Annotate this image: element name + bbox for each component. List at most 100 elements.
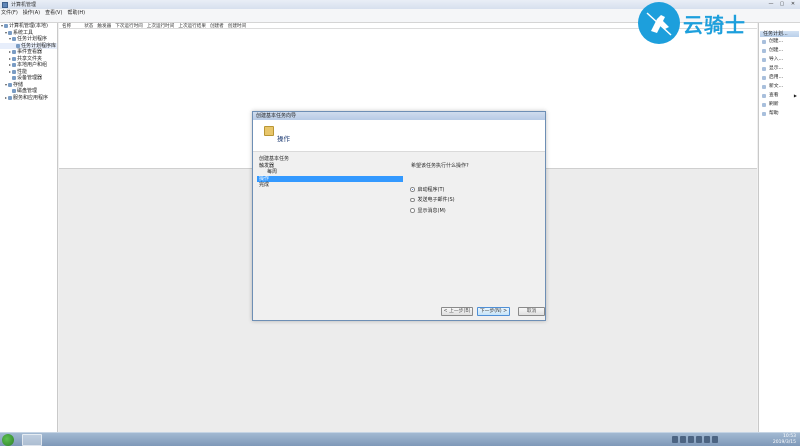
next-button[interactable]: 下一步(N) > <box>477 307 510 316</box>
folder-icon <box>12 63 16 68</box>
action-icon <box>762 111 766 116</box>
folder-icon <box>8 82 12 87</box>
wizard-step-title: 操作 <box>277 135 290 143</box>
option-label: 发送电子邮件(S) <box>417 197 455 204</box>
action-icon <box>762 48 766 53</box>
computer-management-icon <box>2 1 8 8</box>
column-header-next-run[interactable]: 下次运行时间 <box>115 23 143 29</box>
radio-button[interactable] <box>410 208 415 213</box>
radio-button[interactable] <box>410 187 415 192</box>
action-icon <box>762 57 766 62</box>
wizard-step: 操作 <box>257 175 403 183</box>
wizard-title: 创建基本任务向导 <box>253 112 545 120</box>
tray-icon[interactable] <box>696 436 702 443</box>
wizard-step: 触发器 <box>259 162 275 169</box>
action-icon <box>762 75 766 80</box>
network-icon[interactable] <box>704 436 710 443</box>
action-label: 帮助 <box>769 111 779 116</box>
clock[interactable]: 10:53 2019/3/15 <box>773 434 796 445</box>
tray-icon[interactable] <box>672 436 678 443</box>
option-label: 启动程序(T) <box>417 186 445 193</box>
action-label: 刷新 <box>769 102 779 107</box>
action-item[interactable]: 新文... <box>759 82 800 91</box>
menu-help[interactable]: 帮助(H) <box>67 9 85 16</box>
folder-icon <box>12 69 16 74</box>
action-label: 导入... <box>769 57 784 62</box>
folder-icon <box>16 43 20 48</box>
action-icon <box>762 84 766 89</box>
folder-icon <box>12 37 16 42</box>
logo-text: 云骑士 <box>683 12 746 37</box>
wizard-step: 每周 <box>267 169 278 176</box>
action-icon <box>762 102 766 107</box>
folder-icon <box>8 95 12 100</box>
action-item[interactable]: 帮助 <box>759 109 800 118</box>
folder-icon <box>4 24 8 29</box>
start-button[interactable] <box>2 434 14 446</box>
action-label: 新文... <box>769 84 784 89</box>
action-label: 创建... <box>769 39 784 44</box>
action-option[interactable]: 显示消息(M) <box>410 205 455 216</box>
tree-item-label: 服务和应用程序 <box>13 94 49 101</box>
previous-button[interactable]: < 上一步(B) <box>441 307 473 316</box>
system-tray <box>672 436 718 443</box>
action-options: 启动程序(T) 发送电子邮件(S) 显示消息(M) <box>410 184 455 216</box>
window-controls: — ▢ ✕ <box>766 1 798 7</box>
wizard-steps: 创建基本任务 触发器 每周 操作 完成 <box>257 156 403 189</box>
task-icon <box>264 126 274 136</box>
wizard-step: 完成 <box>259 182 270 189</box>
action-label: 启用... <box>769 75 784 80</box>
clock-date: 2019/3/15 <box>772 439 796 445</box>
column-header-last-run[interactable]: 上次运行时间 <box>147 23 175 29</box>
volume-icon[interactable] <box>712 436 718 443</box>
wizard-buttons: < 上一步(B) 下一步(N) > 取消 <box>441 307 545 316</box>
action-icon <box>762 93 766 98</box>
wizard-step: 创建基本任务 <box>259 156 290 162</box>
submenu-arrow-icon: ▶ <box>793 93 797 98</box>
column-header-created[interactable]: 创建时间 <box>228 23 246 29</box>
folder-icon <box>12 50 16 55</box>
action-icon <box>762 66 766 71</box>
taskbar-app-computer-management[interactable] <box>22 434 42 446</box>
tray-icon[interactable] <box>688 436 694 443</box>
minimize-button[interactable]: — <box>766 1 776 7</box>
knight-logo-icon <box>638 2 680 44</box>
window-title: 计算机管理 <box>11 2 37 8</box>
folder-icon <box>8 30 12 35</box>
action-item[interactable]: 创建... <box>759 37 800 46</box>
column-header-last-result[interactable]: 上次运行结果 <box>178 23 206 29</box>
action-item[interactable]: 查看 ▶ <box>759 91 800 100</box>
folder-icon <box>12 56 16 61</box>
column-header-status[interactable]: 状态 <box>84 23 93 29</box>
menu-file[interactable]: 文件(F) <box>1 9 18 16</box>
navigation-tree: ▾ 计算机管理(本地) ▾ 系统工具 ▾ 任务计划程序 任务计划程序库 ▸ 事件查看器 ▸ 共享文件… <box>0 23 58 432</box>
folder-icon <box>12 76 16 81</box>
cancel-button[interactable]: 取消 <box>518 307 545 316</box>
action-icon <box>762 39 766 44</box>
menu-action[interactable]: 操作(A) <box>23 9 40 16</box>
action-question: 希望该任务执行什么操作? <box>411 163 469 169</box>
action-item[interactable]: 启用... <box>759 73 800 82</box>
action-option[interactable]: 发送电子邮件(S) <box>410 195 455 206</box>
menu-view[interactable]: 查看(V) <box>45 9 62 16</box>
computer-management-window: 计算机管理 — ▢ ✕ 文件(F) 操作(A) 查看(V) 帮助(H) ▾ 计算机… <box>0 0 800 432</box>
column-header-name[interactable]: 名称 <box>62 23 71 29</box>
action-item[interactable]: 创建... <box>759 46 800 55</box>
wizard-header: 操作 <box>253 120 545 152</box>
action-option[interactable]: 启动程序(T) <box>410 184 455 195</box>
close-button[interactable]: ✕ <box>788 1 798 7</box>
action-label: 创建... <box>769 48 784 53</box>
actions-pane: 任务计划... 创建... 创建... 导入... 显示... 启用... 新文... 查看… <box>758 23 800 432</box>
radio-button[interactable] <box>410 197 415 202</box>
option-label: 显示消息(M) <box>417 207 446 214</box>
column-header-trigger[interactable]: 触发器 <box>97 23 111 29</box>
action-item[interactable]: 导入... <box>759 55 800 64</box>
action-label: 显示... <box>769 66 784 71</box>
tree-item[interactable]: ▸ 服务和应用程序 <box>0 95 57 102</box>
tray-icon[interactable] <box>680 436 686 443</box>
column-header-author[interactable]: 创建者 <box>210 23 224 29</box>
action-item[interactable]: 刷新 <box>759 100 800 109</box>
action-item[interactable]: 显示... <box>759 64 800 73</box>
maximize-button[interactable]: ▢ <box>777 1 787 7</box>
folder-icon <box>12 89 16 94</box>
